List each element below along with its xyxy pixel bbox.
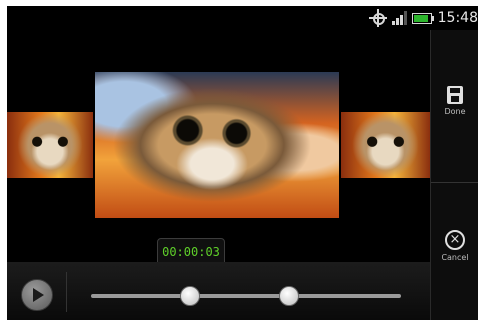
cancel-button[interactable]: × Cancel (431, 230, 478, 262)
action-panel: Done × Cancel (430, 30, 478, 320)
battery-icon (411, 12, 434, 24)
controls-divider (66, 272, 67, 312)
done-button[interactable]: Done (431, 86, 478, 116)
status-time: 15:48 (437, 10, 478, 26)
cancel-icon: × (445, 230, 465, 250)
previous-frame-thumbnail[interactable] (7, 112, 93, 178)
trim-track[interactable] (91, 294, 401, 298)
signal-icon (391, 11, 407, 25)
status-icons: 15:48 (368, 8, 478, 28)
play-icon[interactable] (21, 279, 53, 311)
trim-end-handle[interactable] (279, 286, 300, 306)
trim-start-handle[interactable] (180, 286, 201, 306)
current-frame-preview (95, 72, 339, 218)
next-frame-thumbnail[interactable] (341, 112, 430, 178)
gps-icon (368, 9, 387, 27)
done-label: Done (444, 107, 466, 116)
playback-controls (7, 262, 430, 320)
action-divider (431, 182, 478, 183)
status-bar: 15:48 (7, 6, 478, 30)
save-icon (447, 86, 463, 104)
video-trim-screen: 15:48 Done × Cancel 00:00:03 (7, 6, 478, 320)
cancel-label: Cancel (441, 253, 469, 262)
